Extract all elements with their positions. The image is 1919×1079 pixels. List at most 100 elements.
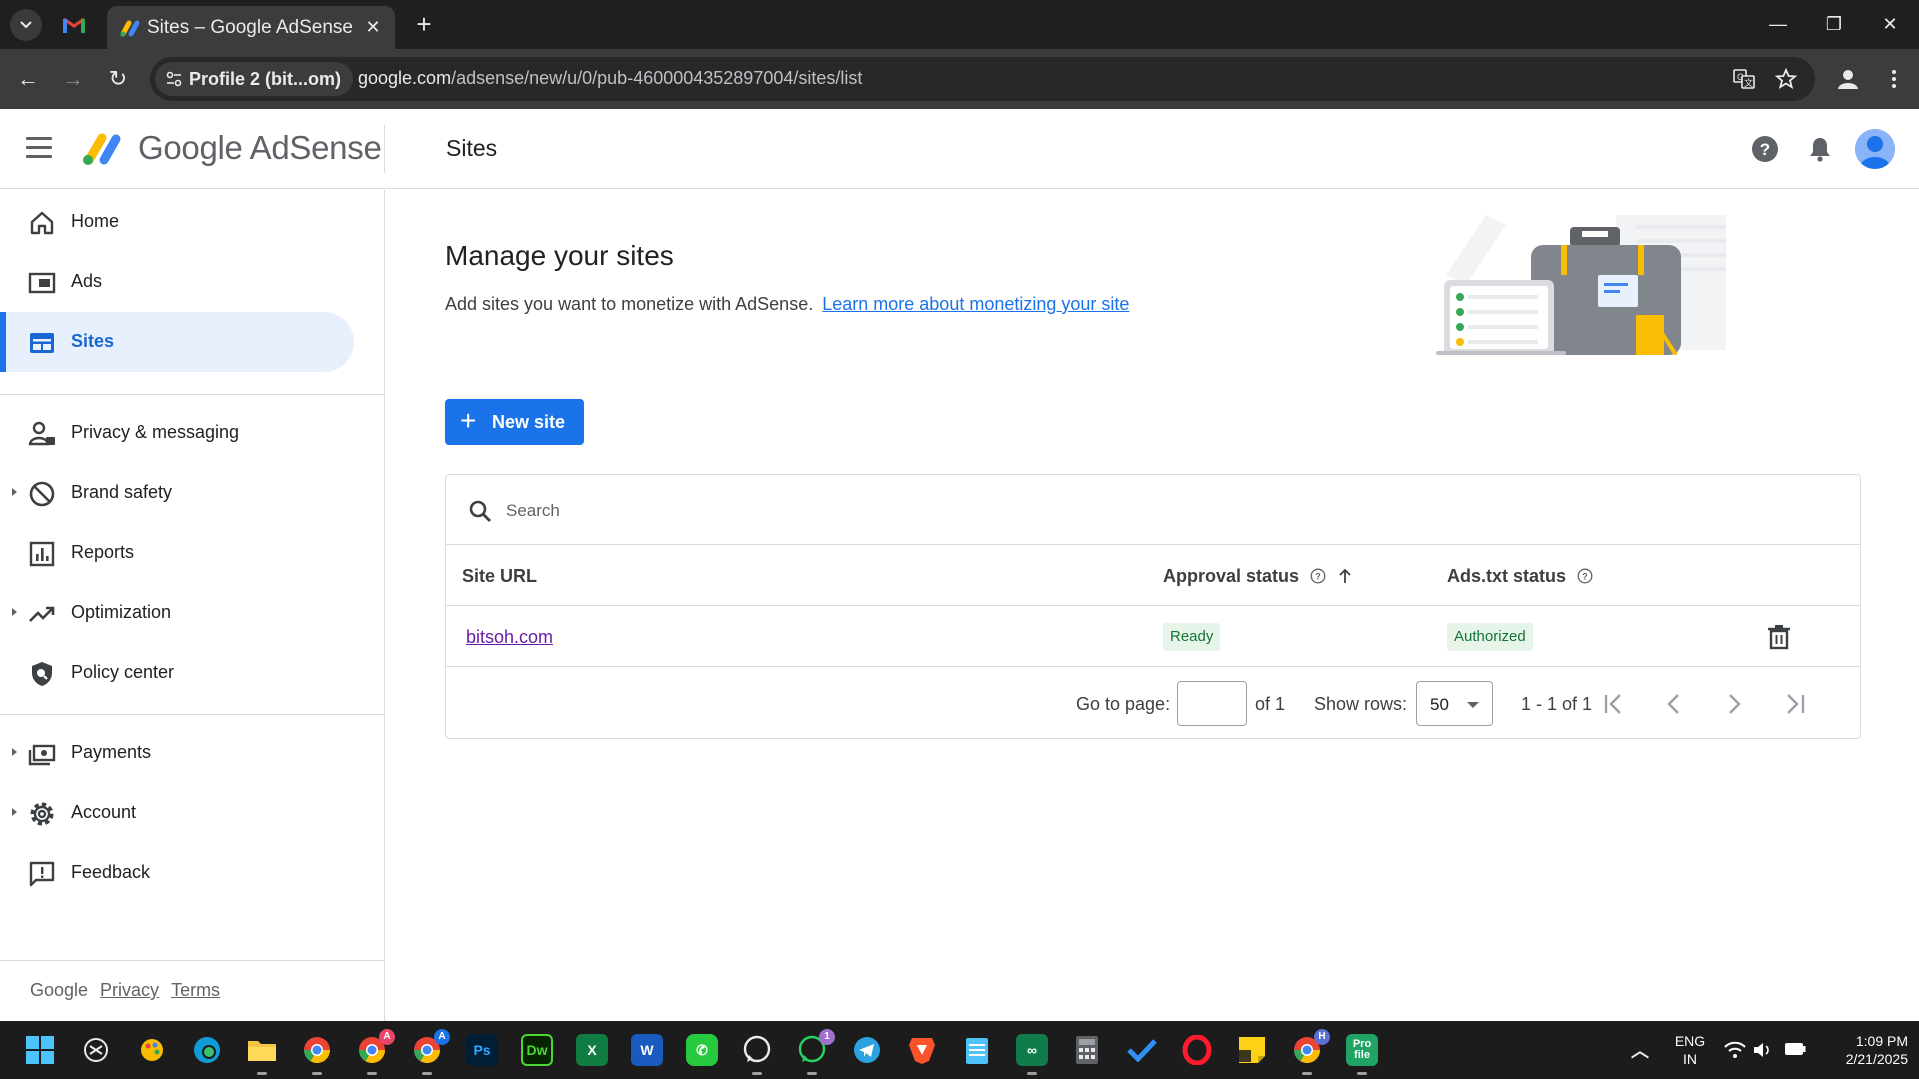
site-info-icon [166, 71, 182, 87]
sidebar-item-payments[interactable]: Payments [0, 723, 354, 783]
sort-arrow-up-icon[interactable] [1337, 568, 1353, 584]
windows-start-button[interactable] [24, 1034, 56, 1066]
clock[interactable]: 1:09 PM 2/21/2025 [1818, 1032, 1908, 1068]
sidebar-item-sites[interactable]: Sites [0, 312, 354, 372]
paint-app-icon[interactable] [136, 1034, 168, 1066]
sidebar-divider [0, 960, 384, 961]
profile-app-icon[interactable]: Pro file [1346, 1034, 1378, 1075]
task-view-button[interactable] [80, 1034, 112, 1066]
photoshop-icon[interactable]: Ps [466, 1034, 498, 1066]
whatsapp-icon[interactable] [741, 1034, 773, 1075]
chrome-profile-h-icon[interactable]: H [1291, 1029, 1330, 1075]
restore-button[interactable]: ❐ [1814, 10, 1854, 38]
rows-per-page-value: 50 [1430, 695, 1449, 714]
telegram-icon[interactable] [851, 1034, 883, 1066]
sidebar-item-label: Home [71, 211, 120, 231]
new-site-button[interactable]: + New site [445, 399, 584, 445]
column-header-approval-status[interactable]: Approval status ? [1163, 566, 1353, 587]
excel-icon[interactable]: X [576, 1034, 608, 1066]
sites-table-card: Site URL Approval status ? Ads.txt statu… [445, 474, 1861, 739]
word-icon[interactable]: W [631, 1034, 663, 1066]
chrome-profile-a2-icon[interactable]: A [411, 1029, 450, 1075]
file-explorer-icon[interactable] [246, 1034, 278, 1075]
delete-icon[interactable] [1766, 624, 1792, 650]
gaming-app-icon[interactable]: ∞ [1016, 1034, 1048, 1075]
chrome-icon[interactable] [301, 1034, 333, 1075]
close-tab-icon[interactable]: ✕ [363, 17, 383, 37]
sidebar-item-home[interactable]: Home [0, 192, 354, 252]
brave-browser-icon[interactable] [906, 1034, 938, 1066]
site-url-link[interactable]: bitsoh.com [466, 627, 553, 648]
sidebar-item-account[interactable]: Account [0, 783, 354, 843]
account-icon [1838, 70, 1858, 89]
last-page-icon[interactable] [1779, 689, 1809, 719]
back-button[interactable]: ← [12, 63, 44, 95]
ads-icon [28, 272, 56, 294]
tab-search-button[interactable] [10, 9, 42, 41]
sidebar-item-policy-center[interactable]: Policy center [0, 643, 354, 703]
chrome-profile-a-icon[interactable]: A [356, 1029, 395, 1075]
expand-caret-icon [12, 608, 17, 616]
dreamweaver-icon[interactable]: Dw [521, 1034, 553, 1066]
sidebar-item-brand-safety[interactable]: Brand safety [0, 463, 354, 523]
lang-line-1: ENG [1674, 1033, 1706, 1049]
close-window-button[interactable]: ✕ [1870, 10, 1910, 38]
edge-browser-icon[interactable] [191, 1034, 223, 1066]
reload-button[interactable]: ↻ [102, 63, 134, 95]
gmail-tab[interactable] [58, 12, 90, 38]
minimize-button[interactable]: — [1758, 10, 1798, 38]
column-header-ads-txt-status[interactable]: Ads.txt status ? [1447, 566, 1593, 587]
volume-icon[interactable] [1752, 1040, 1772, 1060]
learn-more-link[interactable]: Learn more about monetizing your site [822, 294, 1129, 314]
sidebar-item-feedback[interactable]: Feedback [0, 843, 354, 903]
sites-icon [30, 333, 54, 353]
url-text[interactable]: google.com/adsense/new/u/0/pub-460000435… [358, 68, 862, 89]
input-language-indicator[interactable]: ENG IN [1672, 1032, 1708, 1068]
sidebar-item-privacy-messaging[interactable]: Privacy & messaging [0, 403, 354, 463]
profile-button[interactable] [1832, 63, 1864, 95]
todo-icon[interactable] [1126, 1034, 1158, 1066]
page-description: Add sites you want to monetize with AdSe… [445, 294, 1129, 315]
notifications-button[interactable] [1802, 131, 1838, 167]
sidebar-item-ads[interactable]: Ads [0, 252, 354, 312]
avatar[interactable] [1855, 129, 1895, 169]
help-button[interactable]: ? [1747, 131, 1783, 167]
show-hidden-icons-button[interactable]: ︿ [1624, 1034, 1656, 1066]
rows-per-page-select[interactable]: 50 [1416, 681, 1493, 726]
whatsapp-business-icon[interactable]: 1 [796, 1029, 835, 1075]
checkmark-icon [1127, 1039, 1157, 1062]
table-row: bitsoh.com Ready Authorized [446, 606, 1860, 667]
first-page-icon[interactable] [1600, 689, 1630, 719]
help-outline-icon[interactable]: ? [1310, 568, 1326, 584]
trending-up-icon [29, 606, 55, 622]
help-outline-icon[interactable]: ? [1577, 568, 1593, 584]
wifi-icon[interactable] [1724, 1041, 1746, 1059]
column-header-site-url[interactable]: Site URL [462, 566, 537, 587]
add-icon: + [460, 405, 477, 436]
bookmark-star-icon[interactable] [1774, 67, 1798, 91]
profile-chip[interactable]: Profile 2 (bit...om) [155, 62, 354, 96]
battery-icon[interactable] [1784, 1042, 1806, 1056]
sticky-notes-icon[interactable] [1236, 1034, 1268, 1066]
previous-page-icon[interactable] [1659, 689, 1689, 719]
new-tab-button[interactable]: + [410, 10, 438, 38]
opera-icon[interactable] [1181, 1034, 1213, 1066]
active-browser-tab[interactable]: Sites – Google AdSense ✕ [107, 6, 395, 49]
privacy-link[interactable]: Privacy [100, 980, 159, 1000]
translate-icon[interactable]: G 文 [1732, 67, 1756, 91]
sidebar-item-optimization[interactable]: Optimization [0, 583, 354, 643]
notepad-icon[interactable] [961, 1034, 993, 1066]
calculator-icon[interactable] [1071, 1034, 1103, 1066]
address-bar[interactable]: Profile 2 (bit...om) google.com/adsense/… [150, 57, 1815, 101]
search-icon [469, 500, 491, 522]
browser-menu-button[interactable] [1878, 63, 1910, 95]
terms-link[interactable]: Terms [171, 980, 220, 1000]
main-menu-icon[interactable] [26, 137, 52, 159]
sidebar-item-reports[interactable]: Reports [0, 523, 354, 583]
phone-link-icon[interactable]: ✆ [686, 1034, 718, 1066]
page-number-input[interactable] [1177, 681, 1247, 726]
sidebar-item-label: Optimization [71, 602, 172, 622]
next-page-icon[interactable] [1719, 689, 1749, 719]
search-input[interactable] [506, 497, 1306, 525]
forward-button[interactable]: → [57, 63, 89, 95]
